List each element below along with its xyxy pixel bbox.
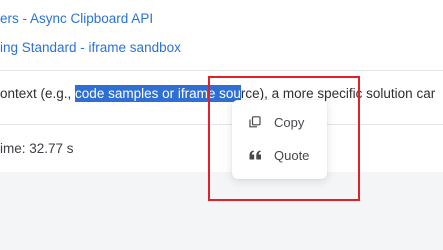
selected-text[interactable]: code samples or iframe sou bbox=[75, 85, 241, 102]
copy-icon bbox=[248, 115, 262, 129]
copy-menu-item[interactable]: Copy bbox=[232, 108, 327, 136]
response-time: ime: 32.77 s bbox=[0, 141, 74, 156]
page: ers - Async Clipboard API ing Standard -… bbox=[0, 0, 443, 250]
reference-link-iframe-sandbox[interactable]: ing Standard - iframe sandbox bbox=[0, 40, 181, 55]
paragraph-text-before: ontext (e.g., bbox=[0, 86, 76, 101]
content-area: ers - Async Clipboard API ing Standard -… bbox=[0, 0, 443, 172]
selection-context-menu: Copy Quote bbox=[232, 100, 327, 179]
quote-menu-item[interactable]: Quote bbox=[232, 141, 327, 169]
divider bbox=[0, 124, 443, 125]
divider bbox=[0, 70, 443, 71]
quote-icon bbox=[248, 148, 262, 162]
answer-paragraph: ontext (e.g., code samples or iframe sou… bbox=[0, 85, 436, 102]
copy-label: Copy bbox=[274, 114, 305, 130]
reference-link-async-clipboard[interactable]: ers - Async Clipboard API bbox=[0, 11, 153, 26]
quote-label: Quote bbox=[274, 147, 310, 163]
paragraph-text-after: rce), a more specific solution car bbox=[240, 86, 436, 101]
